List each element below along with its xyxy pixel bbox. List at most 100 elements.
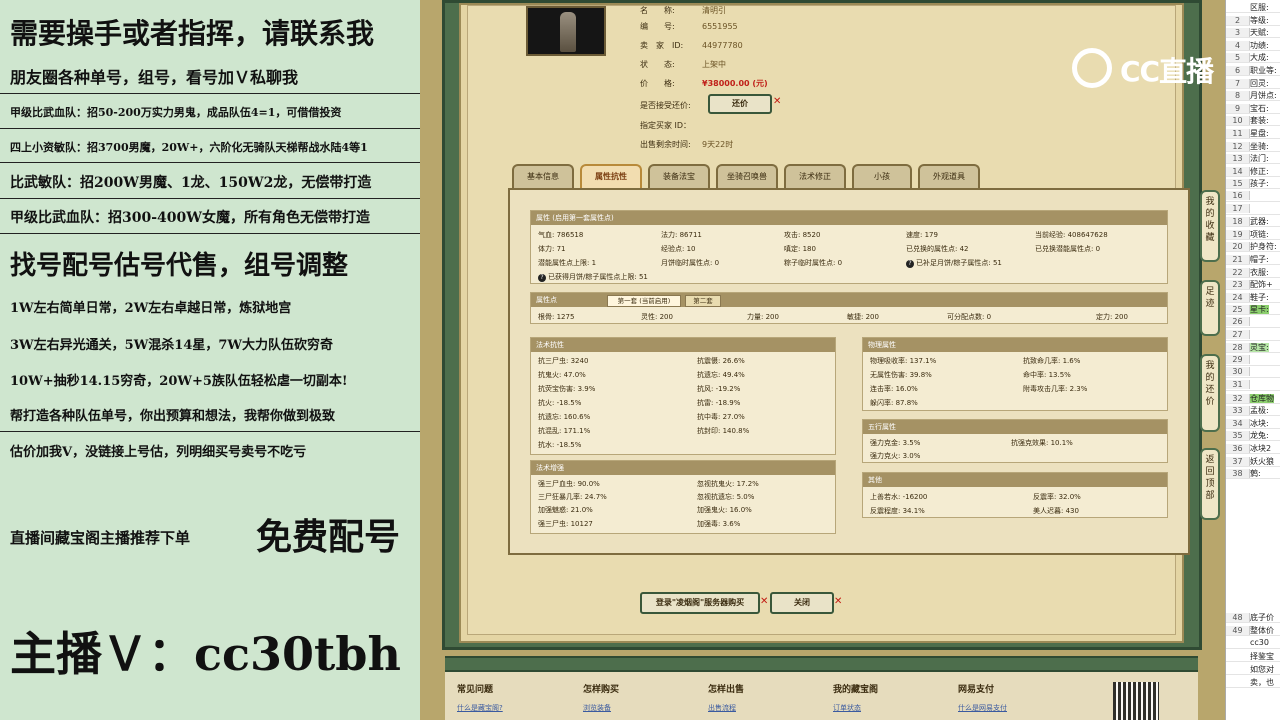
footprints-button[interactable]: 足迹 (1200, 280, 1220, 336)
item-detail-panel: 名 称: 清明引 编 号: 6551955 卖 家 ID: 44977780 状 态:… (459, 3, 1190, 643)
sheet-row[interactable]: 37 妖火狼 (1226, 456, 1280, 467)
sheet-row[interactable]: 14 修正: (1226, 166, 1280, 177)
tab-mounts-pets[interactable]: 坐骑召唤兽 (716, 164, 778, 190)
footer-link[interactable]: 浏览装备 (583, 703, 611, 713)
footer-divider (445, 656, 1198, 672)
sheet-row[interactable]: 18 武器: (1226, 216, 1280, 228)
sheet-row[interactable]: 3 天赋: (1226, 27, 1280, 39)
sheet-row[interactable]: 5 大成: (1226, 52, 1280, 64)
sheet-row[interactable]: 17 (1226, 203, 1280, 215)
tab-basic-info[interactable]: 基本信息 (512, 164, 574, 190)
sheet-row[interactable]: 31 (1226, 380, 1280, 391)
element-cell: 强力克火: 3.0% (870, 452, 921, 460)
attr-cell: 力量: 200 (747, 313, 779, 321)
tab-equipment[interactable]: 装备法宝 (648, 164, 710, 190)
magic-enhance-section: 法术增强 强三尸血虫: 90.0% 忽视抗鬼火: 17.2% 三尸狂暴几率: 2… (530, 460, 836, 534)
row-number: 31 (1226, 380, 1250, 389)
sheet-row[interactable]: 38 鹩: (1226, 468, 1280, 480)
sheet-row[interactable]: 如您对 (1226, 664, 1280, 675)
resist-cell: 抗震慑: 26.6% (697, 357, 745, 365)
close-button[interactable]: 关闭 (770, 592, 834, 614)
footer-heading: 常见问题 (457, 685, 494, 695)
sheet-row[interactable]: cc30 (1226, 638, 1280, 649)
sheet-row[interactable]: 13 法门: (1226, 153, 1280, 165)
footer-link[interactable]: 订单状态 (833, 703, 861, 713)
my-offers-button[interactable]: 我的还价 (1200, 354, 1220, 432)
sheet-row[interactable]: 16 (1226, 191, 1280, 202)
enhance-cell: 强三尸虫: 10127 (538, 520, 593, 528)
sheet-row[interactable]: 24 鞋子: (1226, 292, 1280, 303)
sheet-row[interactable]: 49 整体价 (1226, 625, 1280, 636)
phys-cell: 附毒攻击几率: 2.3% (1023, 385, 1088, 393)
sheet-row[interactable]: 48 底子价 (1226, 612, 1280, 623)
sheet-row[interactable]: 35 龙兔: (1226, 430, 1280, 442)
sheet-row[interactable]: 25 星卡: (1226, 304, 1280, 316)
sheet-row[interactable]: 6 职业等: (1226, 65, 1280, 76)
sheet-row[interactable]: 34 冰块: (1226, 418, 1280, 429)
other-cell: 反震程度: 34.1% (870, 507, 925, 515)
sheet-row[interactable]: 30 (1226, 367, 1280, 379)
sheet-row[interactable]: 11 星盘: (1226, 128, 1280, 139)
sheet-row[interactable]: 36 冰块2 (1226, 443, 1280, 454)
phys-cell: 抗致命几率: 1.6% (1023, 357, 1081, 365)
enhance-cell: 忽视抗鬼火: 17.2% (697, 480, 759, 488)
info-price: 价 格: ¥38000.00 (元) (640, 79, 768, 88)
question-icon[interactable]: ? (538, 274, 546, 282)
tab-attributes[interactable]: 属性抗性 (580, 164, 642, 190)
cell-text: 天赋: (1250, 28, 1269, 38)
sheet-row[interactable]: 区服: (1226, 2, 1280, 13)
sheet-row[interactable]: 26 (1226, 317, 1280, 328)
row-number: 12 (1226, 141, 1250, 151)
sheet-row[interactable]: 27 (1226, 329, 1280, 341)
login-buy-button[interactable]: 登录"凌烟阁"服务器购买 (640, 592, 760, 614)
sheet-row[interactable]: 21 帽子: (1226, 254, 1280, 265)
sheet-row[interactable]: 8 月饼点: (1226, 90, 1280, 102)
tab-children[interactable]: 小孩 (852, 164, 912, 190)
sheet-row[interactable]: 33 孟极: (1226, 405, 1280, 417)
counter-offer-button[interactable]: 还价 (708, 94, 772, 114)
sheet-row[interactable]: 9 宝石: (1226, 103, 1280, 114)
sheet-row[interactable]: 7 回灵: (1226, 78, 1280, 89)
row-number: 8 (1226, 91, 1250, 101)
sheet-row[interactable]: 4 功绩: (1226, 40, 1280, 51)
cell-text: 大成: (1250, 53, 1269, 63)
attr-cell: 粽子临时属性点: 0 (784, 259, 843, 267)
section-header: 五行属性 (863, 420, 1167, 434)
cell-text: 冰块2 (1250, 444, 1272, 453)
subtab-set-two[interactable]: 第二套 (685, 295, 721, 307)
cell-text: cc30 (1250, 638, 1269, 647)
tab-spell-mods[interactable]: 法术修正 (784, 164, 846, 190)
sheet-row[interactable]: 23 配饰+ (1226, 279, 1280, 291)
attributes-content: 属性 (启用第一套属性点) 气血: 786518 法力: 86711 攻击: 8… (508, 188, 1190, 555)
sheet-row[interactable]: 2 等级: (1226, 15, 1280, 26)
stream-overlay-panel: 需要操手或者指挥，请联系我 朋友圈各种单号，组号，看号加Ｖ私聊我 甲级比武血队：… (0, 0, 420, 720)
sheet-row[interactable]: 卖，也 (1226, 677, 1280, 688)
sheet-row[interactable]: 12 坐骑: (1226, 141, 1280, 152)
row-number: 25 (1226, 305, 1250, 315)
my-favorites-button[interactable]: 我的收藏 (1200, 190, 1220, 262)
resist-cell: 抗雷: -18.9% (697, 399, 741, 407)
tab-appearance[interactable]: 外观道具 (918, 164, 980, 190)
sheet-row[interactable]: 22 衣服: (1226, 267, 1280, 278)
question-icon[interactable]: ? (906, 260, 914, 268)
divider (0, 233, 420, 234)
overlay-line: 甲级比武血队：招300-400W女魔，所有角色无偿带打造 (10, 210, 370, 226)
cell-text: 鹩: (1250, 469, 1261, 479)
footer-link[interactable]: 什么是藏宝阁? (457, 703, 503, 713)
sheet-row[interactable]: 10 套装: (1226, 115, 1280, 127)
sheet-row[interactable]: 29 (1226, 354, 1280, 366)
sheet-row[interactable]: 15 孩子: (1226, 178, 1280, 190)
back-to-top-button[interactable]: 返回顶部 (1200, 448, 1220, 520)
sheet-row[interactable]: 32 仓库物 (1226, 393, 1280, 404)
footer-link[interactable]: 出售流程 (708, 703, 736, 713)
sheet-row[interactable]: 择鉴宝 (1226, 651, 1280, 662)
sheet-row[interactable]: 20 护身符: (1226, 241, 1280, 253)
cell-text: 功绩: (1250, 40, 1269, 50)
row-number: 7 (1226, 78, 1250, 88)
sheet-row[interactable]: 28 灵宝: (1226, 342, 1280, 354)
footer-link[interactable]: 什么是网易支付 (958, 703, 1007, 713)
row-number: 11 (1226, 129, 1250, 138)
close-icon: ✕ (773, 96, 782, 107)
subtab-set-one[interactable]: 第一套 (当前启用) (607, 295, 681, 307)
sheet-row[interactable]: 19 项链: (1226, 229, 1280, 240)
